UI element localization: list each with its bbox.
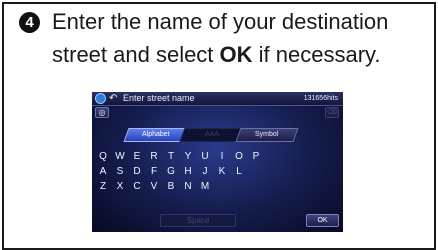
key-p[interactable]: P bbox=[250, 150, 262, 163]
key-c[interactable]: C bbox=[131, 180, 143, 193]
globe-icon[interactable]: ◎ bbox=[95, 107, 109, 118]
tab-aaa-label: AAA bbox=[204, 131, 219, 138]
tab-aaa[interactable]: AAA bbox=[179, 128, 245, 142]
tab-alphabet-label: Alphabet bbox=[142, 131, 170, 138]
delete-icon[interactable]: ⌫ bbox=[325, 107, 339, 118]
key-e[interactable]: E bbox=[131, 150, 143, 163]
key-x[interactable]: X bbox=[114, 180, 126, 193]
key-a[interactable]: A bbox=[97, 165, 109, 178]
screen-title-bar: ↶ Enter street name 131656hits bbox=[92, 92, 343, 106]
key-m[interactable]: M bbox=[199, 180, 211, 193]
key-t[interactable]: T bbox=[165, 150, 177, 163]
instruction-line-2-suffix: if necessary. bbox=[252, 42, 381, 67]
navigation-screen: ↶ Enter street name 131656hits ◎ ⌫ Alpha… bbox=[92, 92, 343, 232]
ok-button[interactable]: OK bbox=[306, 214, 339, 227]
key-g[interactable]: G bbox=[165, 165, 177, 178]
key-z[interactable]: Z bbox=[97, 180, 109, 193]
key-o[interactable]: O bbox=[233, 150, 245, 163]
key-i[interactable]: I bbox=[216, 150, 228, 163]
key-j[interactable]: J bbox=[199, 165, 211, 178]
tab-alphabet[interactable]: Alphabet bbox=[123, 128, 189, 142]
instruction-line-1: Enter the name of your destination bbox=[52, 9, 389, 34]
tab-symbol[interactable]: Symbol bbox=[235, 128, 299, 142]
key-s[interactable]: S bbox=[114, 165, 126, 178]
navigation-icon[interactable] bbox=[95, 93, 106, 104]
step-number-badge: 4 bbox=[19, 12, 40, 33]
key-q[interactable]: Q bbox=[97, 150, 109, 163]
key-y[interactable]: Y bbox=[182, 150, 194, 163]
back-icon[interactable]: ↶ bbox=[109, 92, 119, 105]
key-h[interactable]: H bbox=[182, 165, 194, 178]
key-n[interactable]: N bbox=[182, 180, 194, 193]
key-l[interactable]: L bbox=[233, 165, 245, 178]
key-f[interactable]: F bbox=[148, 165, 160, 178]
key-d[interactable]: D bbox=[131, 165, 143, 178]
space-button[interactable]: Space bbox=[160, 214, 236, 227]
key-r[interactable]: R bbox=[148, 150, 160, 163]
instruction-ok-keyword: OK bbox=[219, 42, 253, 67]
hit-count: 131656hits bbox=[303, 95, 338, 102]
instruction-line-2-prefix: street and select bbox=[52, 42, 220, 67]
tab-symbol-label: Symbol bbox=[255, 131, 279, 138]
key-v[interactable]: V bbox=[148, 180, 160, 193]
screen-title: Enter street name bbox=[123, 93, 195, 103]
key-u[interactable]: U bbox=[199, 150, 211, 163]
key-b[interactable]: B bbox=[165, 180, 177, 193]
instruction-line-2: street and select OK if necessary. bbox=[52, 42, 381, 68]
key-k[interactable]: K bbox=[216, 165, 228, 178]
key-w[interactable]: W bbox=[114, 150, 126, 163]
